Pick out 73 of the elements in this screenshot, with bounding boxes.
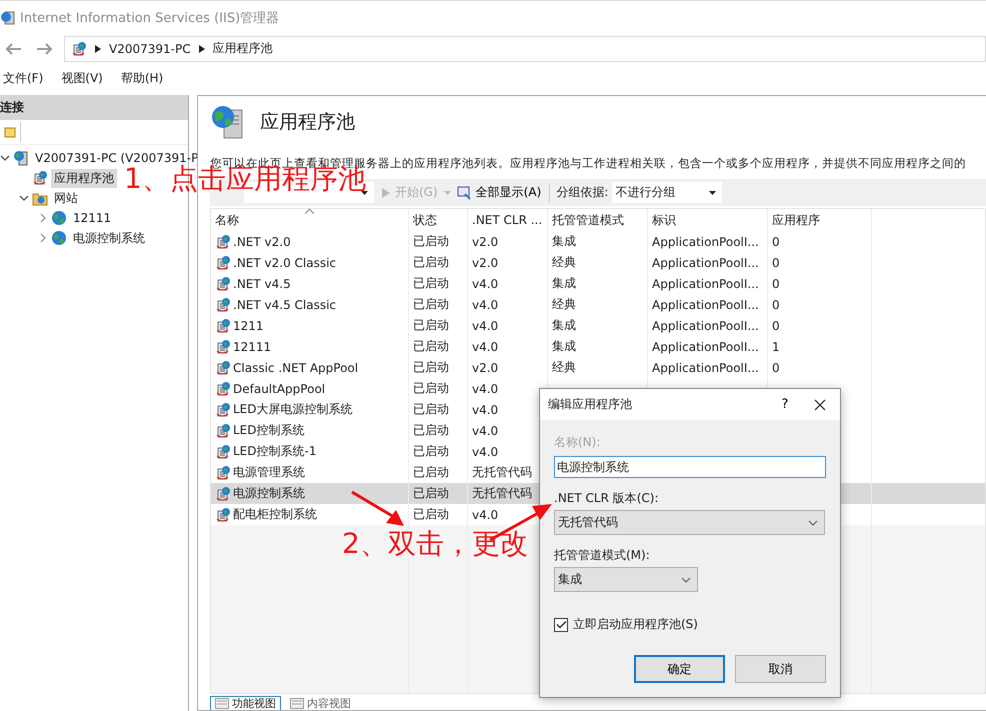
table-cell: 已启动 [413, 317, 449, 334]
table-cell: 已启动 [413, 443, 449, 460]
table-cell: 已启动 [413, 464, 449, 481]
table-cell: .NET v2.0 Classic [233, 256, 336, 270]
table-cell: 0 [772, 360, 780, 374]
table-cell: 已启动 [413, 338, 449, 355]
table-cell: ApplicationPoolI... [652, 340, 759, 354]
table-cell: 0 [772, 234, 780, 248]
table-cell: v4.0 [472, 424, 498, 438]
table-cell: .NET v2.0 [233, 234, 291, 248]
annotation-text: 2、双击，更改 [342, 530, 528, 558]
table-cell: ApplicationPoolI... [652, 360, 759, 374]
table-cell: ApplicationPoolI... [652, 234, 759, 248]
table-cell: 已启动 [413, 380, 449, 397]
table-cell: 无托管代码 [472, 485, 532, 502]
field-label: .NET CLR 版本(C): [554, 490, 660, 507]
group-by-label: 分组依据: [556, 184, 608, 201]
table-cell: ApplicationPoolI... [652, 276, 759, 290]
page-title: 应用程序池 [260, 110, 355, 135]
table-cell: 集成 [552, 317, 576, 334]
checkbox-label: 立即启动应用程序池(S) [573, 616, 698, 633]
table-cell: .NET v4.5 Classic [233, 298, 336, 312]
table-cell: 经典 [552, 296, 576, 313]
table-cell: 集成 [552, 275, 576, 292]
table-cell: 集成 [552, 338, 576, 355]
table-cell: 已启动 [413, 485, 449, 502]
table-cell: v4.0 [472, 340, 498, 354]
table-cell: v4.0 [472, 298, 498, 312]
table-cell: 集成 [552, 233, 576, 250]
table-cell: ApplicationPoolI... [652, 298, 759, 312]
table-cell: 已启动 [413, 401, 449, 418]
table-cell: LED控制系统 [233, 422, 305, 439]
table-cell: 0 [772, 276, 780, 290]
table-cell: DefaultAppPool [233, 382, 326, 396]
window-title: Internet Information Services (IIS)管理器 [20, 10, 280, 27]
panel-header: 连接 [0, 95, 188, 120]
table-cell: LED控制系统-1 [233, 443, 316, 460]
table-cell: ApplicationPoolI... [652, 256, 759, 270]
table-cell: 电源控制系统 [233, 485, 305, 502]
table-cell: 已启动 [413, 359, 449, 376]
field-label: 托管管道模式(M): [554, 547, 651, 564]
table-cell: v4.0 [472, 318, 498, 332]
table-cell: 已启动 [413, 506, 449, 523]
table-cell: 已启动 [413, 233, 449, 250]
table-cell: 无托管代码 [472, 464, 532, 481]
table-cell: v4.0 [472, 382, 498, 396]
table-cell: 已启动 [413, 422, 449, 439]
table-cell: 0 [772, 256, 780, 270]
field-label: 名称(N): [554, 434, 602, 451]
table-cell: 经典 [552, 254, 576, 271]
table-cell: 1211 [233, 318, 264, 332]
table-cell: 已启动 [413, 296, 449, 313]
dialog-title: 编辑应用程序池 [548, 396, 633, 413]
table-cell: .NET v4.5 [233, 276, 291, 290]
table-cell: 经典 [552, 359, 576, 376]
table-cell: 0 [772, 298, 780, 312]
table-cell: Classic .NET AppPool [233, 360, 358, 374]
table-cell: v2.0 [472, 234, 498, 248]
table-cell: 电源管理系统 [233, 464, 305, 481]
table-cell: 配电柜控制系统 [233, 506, 317, 523]
table-cell: v4.0 [472, 444, 498, 458]
table-cell: 已启动 [413, 254, 449, 271]
table-cell: v4.0 [472, 276, 498, 290]
table-cell: ApplicationPoolI... [652, 318, 759, 332]
table-cell: LED大屏电源控制系统 [233, 401, 353, 418]
table-cell: v4.0 [472, 508, 498, 522]
table-cell: v2.0 [472, 256, 498, 270]
table-cell: 12111 [233, 340, 272, 354]
table-cell: v4.0 [472, 402, 498, 416]
table-cell: 1 [772, 340, 780, 354]
table-cell: 已启动 [413, 275, 449, 292]
table-cell: v2.0 [472, 360, 498, 374]
table-cell: 0 [772, 318, 780, 332]
